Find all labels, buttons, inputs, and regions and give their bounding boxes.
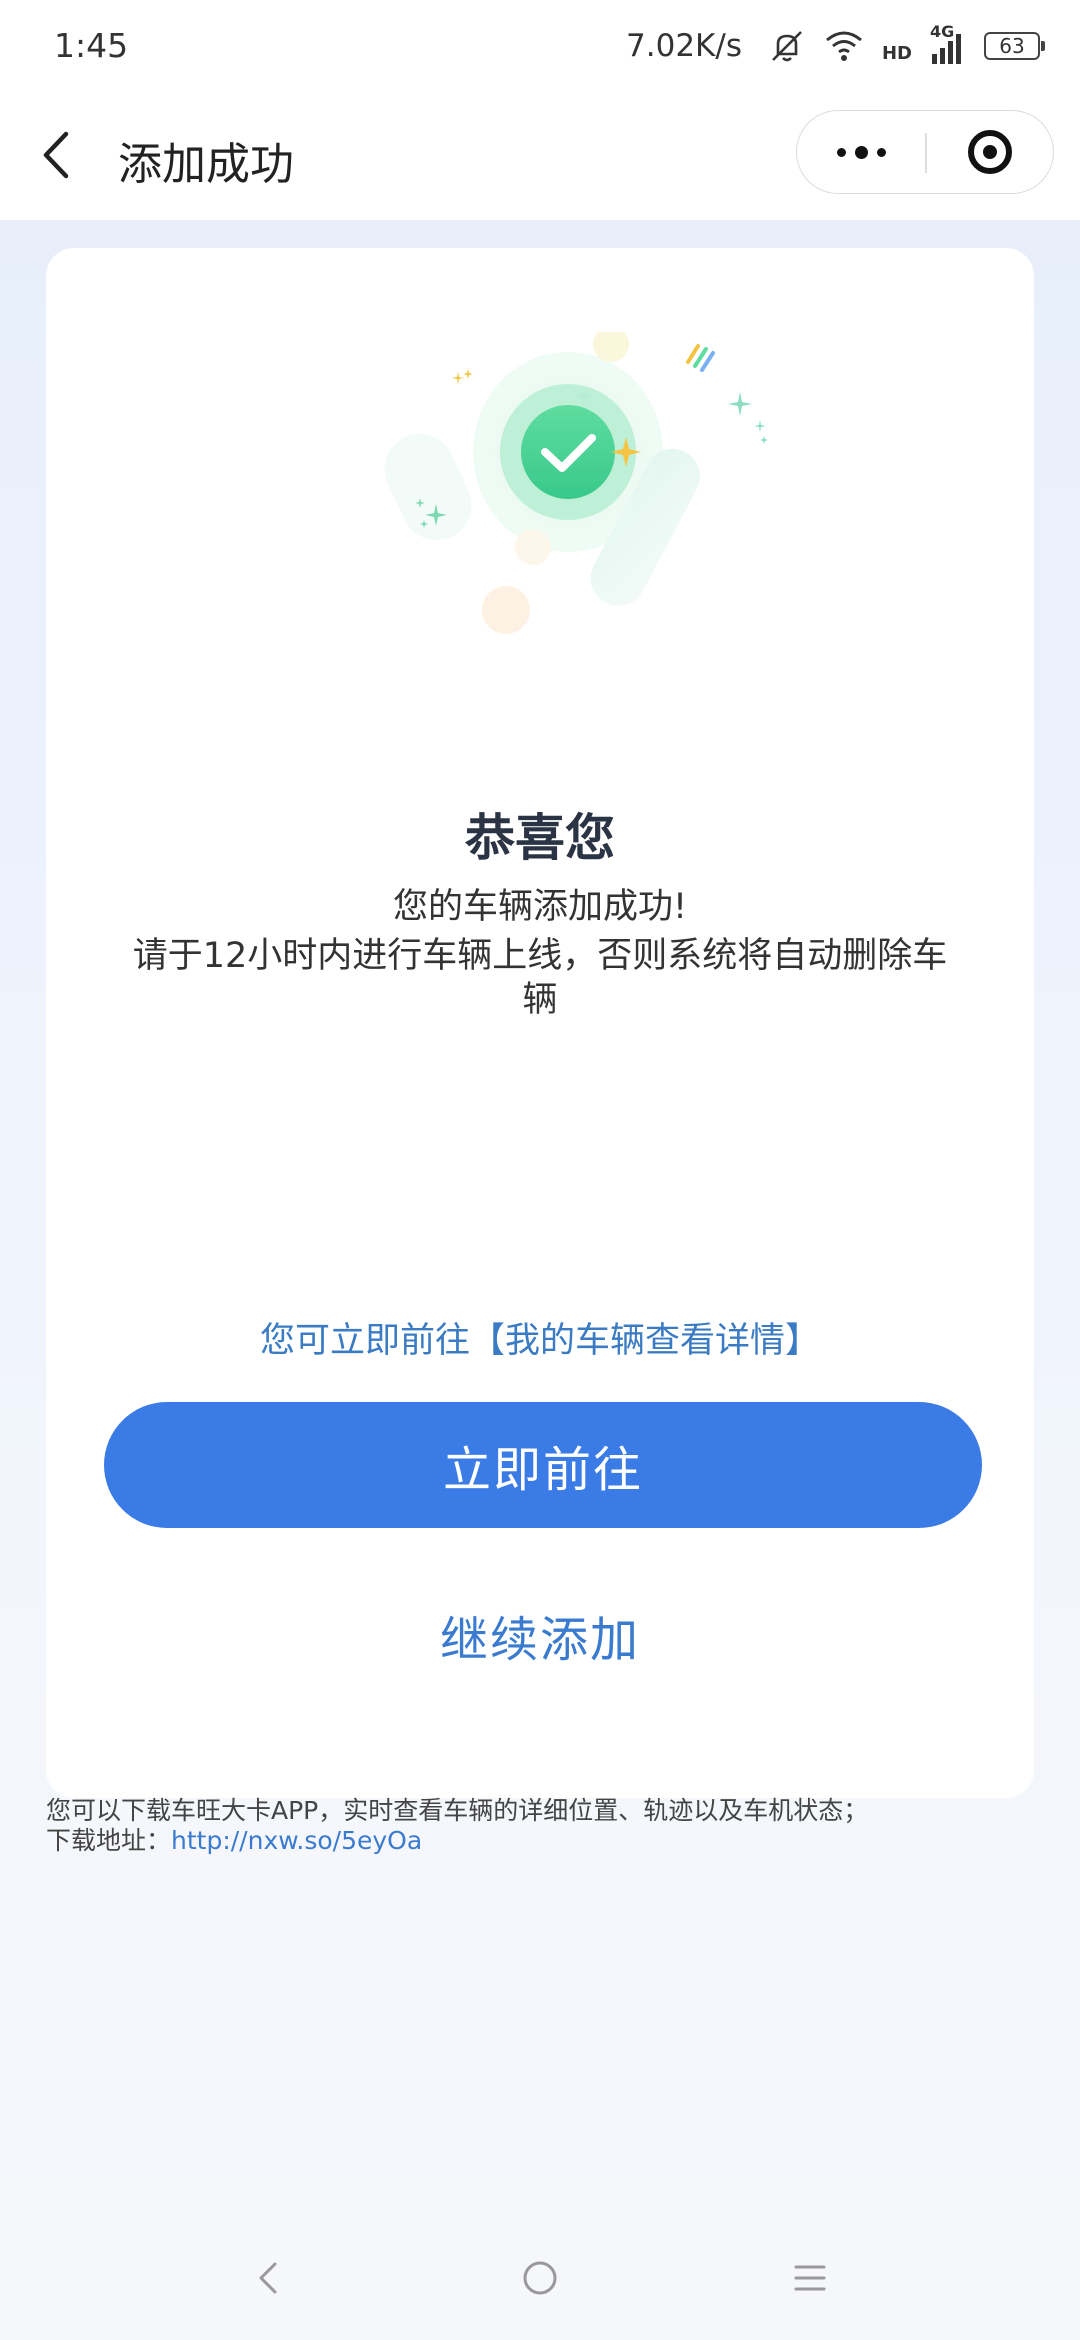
congrats-title: 恭喜您 [465,809,615,867]
back-chevron-icon [259,2262,277,2294]
signal-bars-icon [932,34,961,64]
download-info-line1: 您可以下载车旺大卡APP，实时查看车辆的详细位置、轨迹以及车机状态； [46,1796,869,1825]
download-label: 下载地址： [46,1826,172,1855]
success-check-illustration [384,332,768,634]
mute-bell-icon [772,31,802,62]
menu-lines-icon [794,2265,826,2291]
status-time: 1:45 [54,26,129,65]
success-message: 您的车辆添加成功! [392,887,688,927]
hd-label: HD [881,43,912,64]
my-vehicles-link[interactable]: 您可立即前往【我的车辆查看详情】 [46,1312,1034,1363]
download-link[interactable]: http://nxw.so/5eyOa [171,1826,422,1855]
mini-program-capsule [796,110,1054,194]
more-button[interactable] [797,111,925,193]
goto-now-button[interactable]: 立即前往 [104,1402,982,1528]
status-icons: 7.02K/s HD 4G 63 [626,22,1045,68]
target-close-icon [968,130,1012,174]
system-recents-button[interactable] [780,2248,840,2308]
system-back-button[interactable] [240,2248,300,2308]
nav-bar: 添加成功 [0,92,1080,220]
battery-indicator: 63 [984,32,1045,60]
continue-add-button[interactable]: 继续添加 [46,1600,1034,1670]
system-home-button[interactable] [510,2248,570,2308]
page-title: 添加成功 [118,139,294,190]
download-info-line2: 下载地址：http://nxw.so/5eyOa [46,1826,1034,1856]
back-button[interactable] [36,122,96,188]
online-deadline-notice: 请于12小时内进行车辆上线，否则系统将自动删除车辆 [132,936,948,1020]
home-circle-icon [523,2261,557,2295]
close-mini-program-button[interactable] [926,111,1054,193]
status-bar: 1:45 7.02K/s HD 4G 63 [0,0,1080,92]
signal-indicator: 4G [930,22,966,66]
wifi-icon [826,31,862,61]
download-info: 您可以下载车旺大卡APP，实时查看车辆的详细位置、轨迹以及车机状态； 下载地址：… [46,1796,1034,1856]
system-nav-bar [0,2210,1080,2340]
back-arrow-icon [43,131,69,179]
result-card: 恭喜您 您的车辆添加成功! 请于12小时内进行车辆上线，否则系统将自动删除车辆 … [46,248,1034,1798]
more-dots-icon [876,147,886,157]
more-dots-icon [854,145,868,159]
net-speed: 7.02K/s [626,28,742,64]
more-dots-icon [836,147,846,157]
